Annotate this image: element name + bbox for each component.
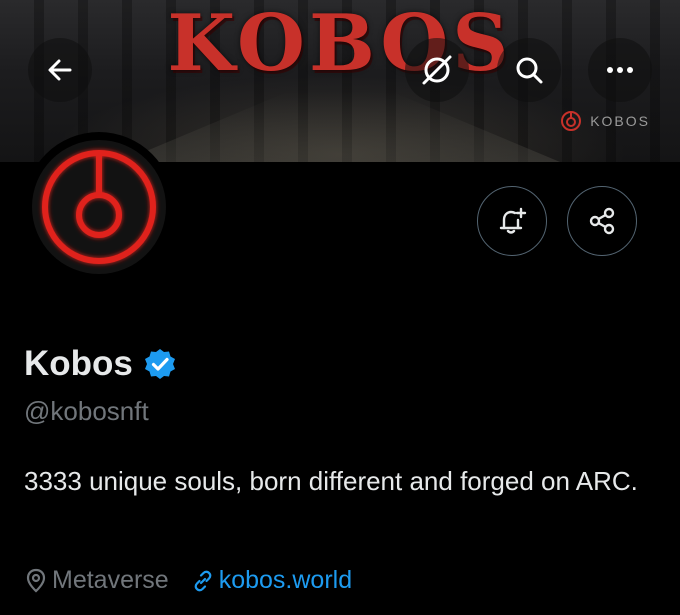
profile-meta-row: Metaverse kobos.world	[24, 566, 352, 595]
share-icon	[589, 207, 615, 235]
no-translate-icon	[422, 55, 452, 85]
banner-tag-label: KOBOS	[590, 113, 650, 129]
location-item: Metaverse	[24, 566, 169, 595]
more-dots-icon	[607, 67, 633, 73]
location-label: Metaverse	[52, 566, 169, 594]
notify-button[interactable]	[477, 186, 547, 256]
avatar-frame	[24, 132, 174, 282]
bell-plus-icon	[499, 207, 527, 234]
profile-handle: @kobosnft	[24, 396, 149, 426]
search-button[interactable]	[497, 38, 561, 102]
verified-badge-icon	[144, 349, 175, 379]
search-icon	[516, 57, 543, 84]
brand-ring-icon	[561, 111, 582, 131]
profile-name-row: Kobos	[24, 344, 177, 384]
location-pin-icon	[26, 568, 46, 592]
avatar[interactable]	[32, 140, 166, 274]
website-item[interactable]: kobos.world	[191, 566, 352, 595]
arrow-left-icon	[48, 59, 72, 81]
back-button[interactable]	[28, 38, 92, 102]
share-button[interactable]	[567, 186, 637, 256]
translate-button[interactable]	[405, 38, 469, 102]
more-button[interactable]	[588, 38, 652, 102]
red-power-ring-logo	[42, 150, 156, 264]
banner-brand-tag: KOBOS	[560, 109, 650, 133]
profile-name: Kobos	[24, 344, 133, 383]
website-link[interactable]: kobos.world	[219, 566, 352, 595]
link-icon	[194, 570, 212, 591]
profile-bio: 3333 unique souls, born different and fo…	[24, 466, 638, 496]
banner-title: KOBOS	[167, 0, 513, 89]
